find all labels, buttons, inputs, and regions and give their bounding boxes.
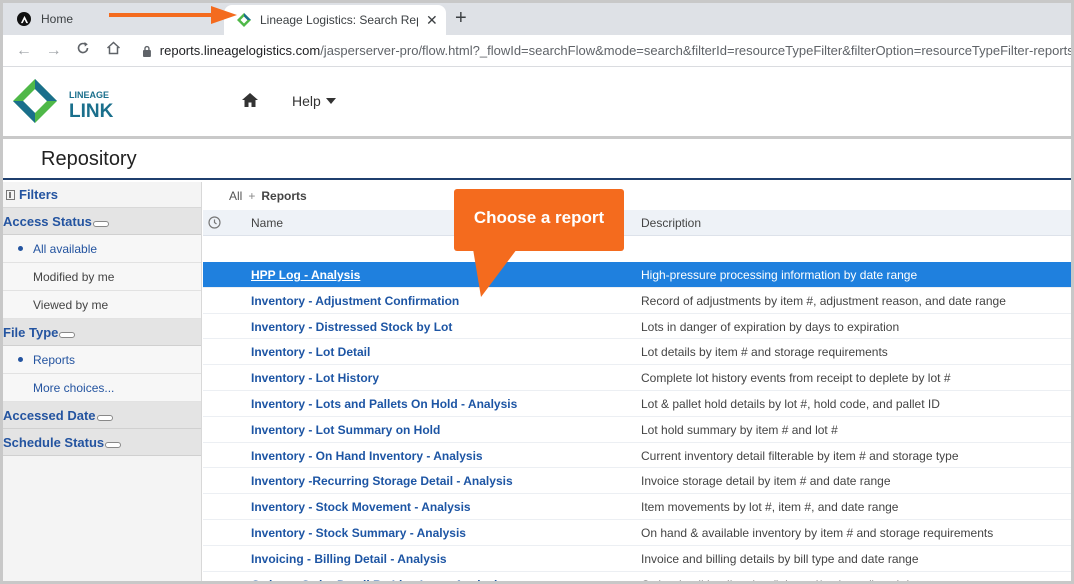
- forward-arrow-icon[interactable]: →: [39, 42, 69, 60]
- collapse-icon[interactable]: [105, 442, 122, 448]
- home-icon[interactable]: [241, 91, 259, 109]
- column-description-header: Description: [641, 215, 702, 230]
- report-name-link[interactable]: Inventory -Recurring Storage Detail - An…: [251, 474, 513, 488]
- report-row[interactable]: Inventory -Recurring Storage Detail - An…: [203, 468, 1071, 495]
- report-row[interactable]: Orders - Order Detail By Line Item - Ana…: [203, 572, 1071, 581]
- report-row[interactable]: HPP Log - Analysis High-pressure processi…: [203, 262, 1071, 288]
- report-name-link[interactable]: Inventory - Adjustment Confirmation: [251, 294, 459, 308]
- reload-icon[interactable]: [68, 41, 98, 60]
- tab-search-repository[interactable]: Lineage Logistics: Search Reposit ✕: [224, 5, 446, 35]
- help-menu[interactable]: Help: [292, 93, 336, 109]
- new-tab-icon[interactable]: +: [455, 7, 467, 30]
- report-row[interactable]: Inventory - Distressed Stock by Lot Lots …: [203, 314, 1071, 340]
- filter-item-modified-by-me[interactable]: Modified by me: [3, 263, 201, 291]
- report-name-link[interactable]: Invoicing - Billing Detail - Analysis: [251, 552, 447, 566]
- report-name-link[interactable]: Inventory - Distressed Stock by Lot: [251, 320, 452, 334]
- column-name-header[interactable]: Name: [251, 216, 283, 230]
- filter-group-access-status[interactable]: Access Status: [3, 208, 201, 235]
- report-description: Lot hold summary by item # and lot #: [641, 422, 838, 437]
- report-row[interactable]: Inventory - Lot Summary on Hold Lot hold …: [203, 417, 1071, 443]
- results-panel: All + Reports Name Description HPP Log -…: [203, 182, 1071, 581]
- report-description: Item movements by lot #, item #, and dat…: [641, 500, 899, 515]
- filter-group-schedule-status[interactable]: Schedule Status: [3, 429, 201, 456]
- report-description: Current inventory detail filterable by i…: [641, 448, 959, 463]
- panel-toggle-icon[interactable]: [6, 189, 15, 200]
- report-row[interactable]: Inventory - Lot History Complete lot hist…: [203, 365, 1071, 391]
- report-description: High-pressure processing information by …: [641, 268, 918, 282]
- report-name-link[interactable]: Inventory - Stock Summary - Analysis: [251, 526, 466, 540]
- collapse-icon[interactable]: [59, 332, 76, 338]
- report-row[interactable]: Inventory - Lots and Pallets On Hold - A…: [203, 391, 1071, 417]
- lineage-link-logo[interactable]: LINEAGE LINK: [11, 77, 123, 127]
- screenshot-frame: Home Lineage Logistics: Search Reposit ✕…: [0, 0, 1074, 584]
- report-description: Order detail by direction (inbound/outbo…: [641, 578, 960, 581]
- breadcrumb-all[interactable]: All: [229, 189, 242, 203]
- report-row[interactable]: Inventory - Stock Movement - Analysis Ite…: [203, 494, 1071, 520]
- report-description: Complete lot history events from receipt…: [641, 371, 951, 386]
- back-arrow-icon[interactable]: ←: [9, 42, 39, 60]
- app-logo-icon: [17, 12, 31, 26]
- report-row[interactable]: Inventory - Stock Summary - Analysis On h…: [203, 520, 1071, 546]
- report-name-link[interactable]: HPP Log - Analysis: [251, 268, 360, 282]
- report-row[interactable]: Inventory - Lot Detail Lot details by ite…: [203, 339, 1071, 366]
- filter-group-accessed-date[interactable]: Accessed Date: [3, 402, 201, 429]
- filter-item-viewed-by-me[interactable]: Viewed by me: [3, 291, 201, 319]
- breadcrumb: All + Reports: [203, 182, 1071, 210]
- tab-title: Lineage Logistics: Search Reposit: [260, 13, 418, 27]
- report-description: Lot & pallet hold details by lot #, hold…: [641, 396, 940, 411]
- filter-item-more-choices[interactable]: More choices...: [3, 374, 201, 402]
- report-description: Lots in danger of expiration by days to …: [641, 319, 900, 334]
- report-name-link[interactable]: Orders - Order Detail By Line Item - Ana…: [251, 578, 504, 581]
- collapse-icon[interactable]: [96, 415, 113, 421]
- report-row[interactable]: Inventory - Adjustment Confirmation Recor…: [203, 288, 1071, 314]
- app-header: LINEAGE LINK Help: [3, 67, 1071, 139]
- home-icon[interactable]: [98, 41, 128, 60]
- page-title: Repository: [41, 148, 137, 170]
- report-name-link[interactable]: Inventory - Lot Detail: [251, 345, 370, 359]
- address-bar: ← → reports.lineagelogistics.com/jaspers…: [3, 35, 1071, 67]
- report-name-link[interactable]: Inventory - Lots and Pallets On Hold - A…: [251, 397, 517, 411]
- help-label: Help: [292, 93, 321, 109]
- report-list: HPP Log - Analysis High-pressure processi…: [203, 262, 1071, 581]
- filter-group-file-type[interactable]: File Type: [3, 319, 201, 346]
- logo-top-text: LINEAGE: [69, 90, 109, 100]
- report-row[interactable]: Inventory - On Hand Inventory - Analysis…: [203, 443, 1071, 469]
- results-column-header: Name Description: [203, 210, 1071, 236]
- collapse-icon[interactable]: [92, 221, 109, 227]
- tab-title: Home: [41, 12, 74, 26]
- annotation-arrow: [109, 6, 237, 24]
- selected-bullet-icon: [18, 246, 23, 251]
- breadcrumb-separator: +: [248, 189, 256, 203]
- breadcrumb-reports: Reports: [261, 189, 307, 203]
- page-title-bar: Repository: [3, 142, 1071, 180]
- chevron-down-icon: [325, 98, 336, 104]
- logo-bottom-text: LINK: [69, 101, 114, 122]
- filter-item-all-available[interactable]: All available: [3, 235, 201, 263]
- report-description: On hand & available inventory by item # …: [641, 525, 994, 540]
- lock-icon[interactable]: [142, 45, 152, 57]
- filters-sidebar: Filters Access Status All available Modi…: [3, 182, 202, 581]
- report-row[interactable]: Invoicing - Billing Detail - Analysis Inv…: [203, 546, 1071, 572]
- report-description: Invoice and billing details by bill type…: [641, 551, 919, 566]
- report-name-link[interactable]: Inventory - Lot History: [251, 371, 379, 385]
- close-icon[interactable]: ✕: [426, 12, 438, 29]
- report-description: Lot details by item # and storage requir…: [641, 345, 888, 360]
- report-description: Record of adjustments by item #, adjustm…: [641, 293, 1006, 308]
- filter-item-reports[interactable]: Reports: [3, 346, 201, 374]
- selected-bullet-icon: [18, 357, 23, 362]
- choose-report-callout: Choose a report: [454, 189, 624, 251]
- report-name-link[interactable]: Inventory - Lot Summary on Hold: [251, 423, 440, 437]
- report-name-link[interactable]: Inventory - On Hand Inventory - Analysis: [251, 449, 483, 463]
- clock-icon[interactable]: [208, 216, 221, 229]
- report-description: Invoice storage detail by item # and dat…: [641, 474, 891, 489]
- url-field[interactable]: reports.lineagelogistics.com/jasperserve…: [160, 43, 1071, 58]
- filters-header[interactable]: Filters: [3, 182, 201, 208]
- report-name-link[interactable]: Inventory - Stock Movement - Analysis: [251, 500, 471, 514]
- callout-pointer: [473, 249, 517, 297]
